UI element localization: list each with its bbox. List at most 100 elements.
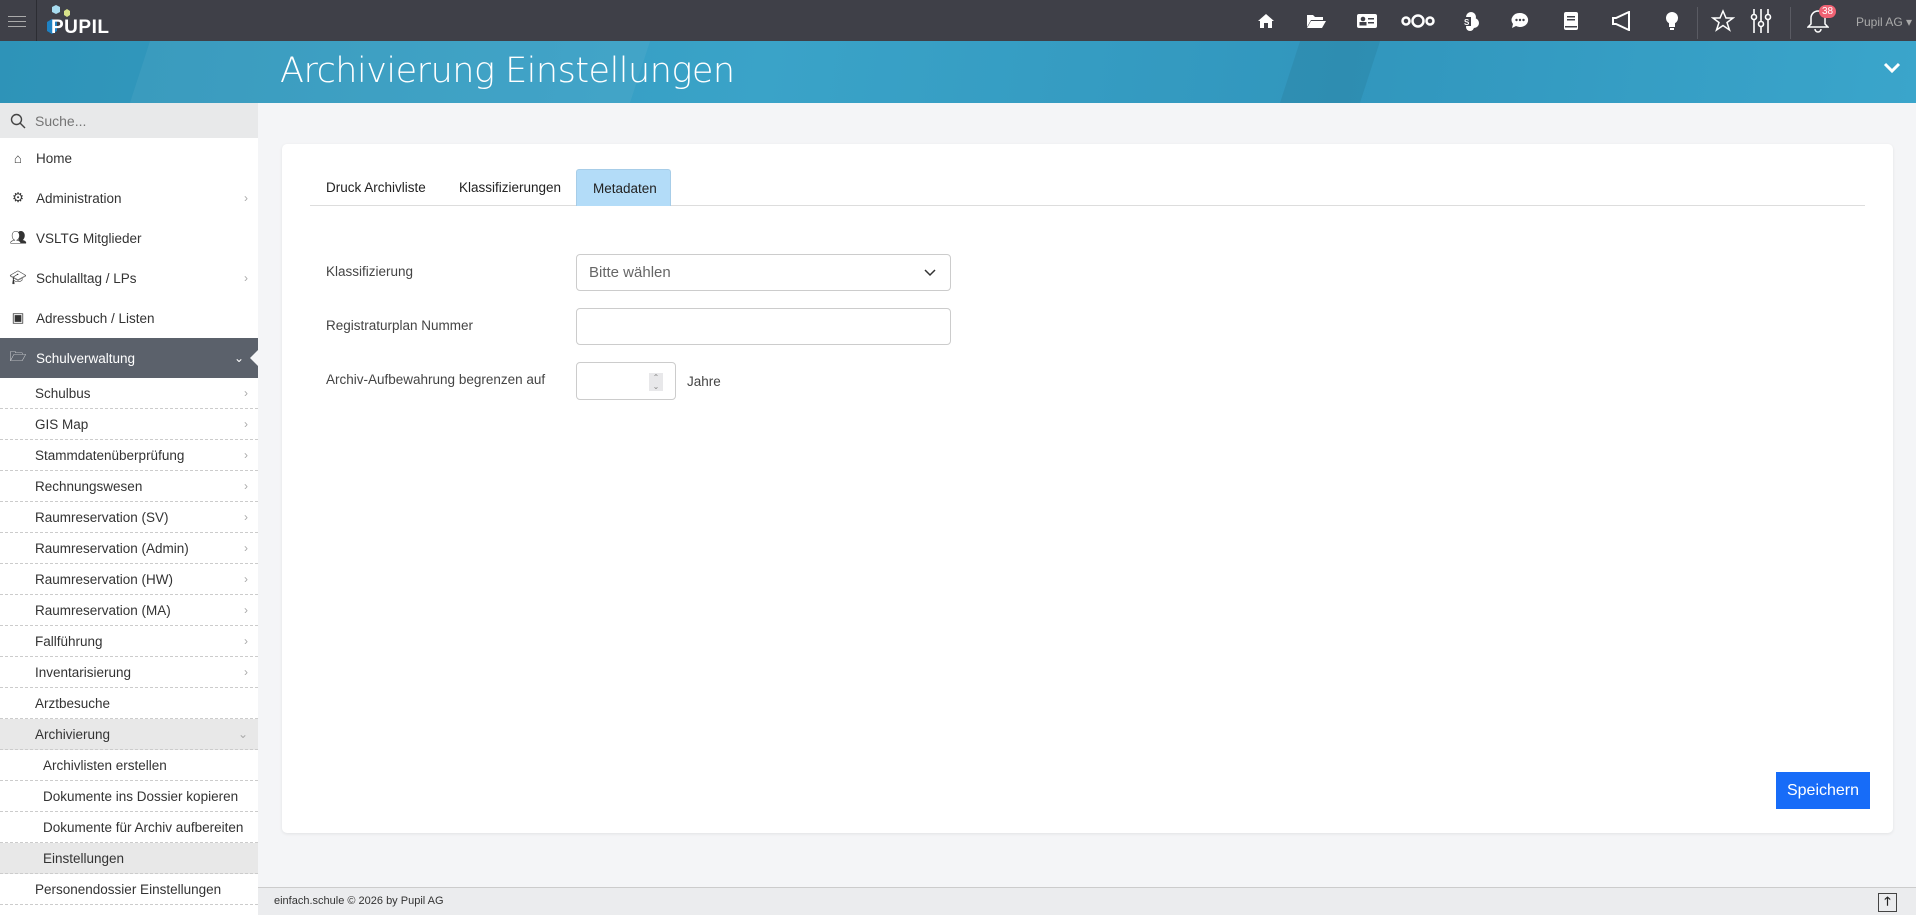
svg-text:S: S (1464, 18, 1470, 27)
label: Schulalltag / LPs (36, 270, 137, 286)
label: VSLTG Mitglieder (36, 230, 142, 246)
decor (1279, 41, 1381, 103)
sidebar-subitem[interactable]: Personendossier Einstellungen (0, 874, 258, 905)
home-icon[interactable] (1253, 8, 1279, 34)
chevron-right-icon: › (244, 448, 248, 462)
sidebar-subitem[interactable]: Raumreservation (SV) › (0, 502, 258, 533)
chevron-down-icon: ⌄ (233, 351, 244, 365)
label: Stammdatenüberprüfung (35, 447, 185, 463)
megaphone-icon[interactable] (1609, 8, 1635, 34)
chevron-right-icon: › (244, 572, 248, 586)
label: Raumreservation (HW) (35, 571, 174, 587)
label: GIS Map (35, 416, 89, 432)
search-icon (10, 113, 26, 128)
tab-metadaten[interactable]: Metadaten (576, 169, 671, 206)
label: Arztbesuche (35, 695, 111, 711)
jahre-label: Jahre (687, 374, 721, 389)
label: Dokumente ins Dossier kopieren (43, 788, 239, 804)
sidebar: ⌂ Home ⚙ Administration › 👥︎ VSLTG Mitgliede… (0, 103, 258, 915)
address-card-icon: ▣ (11, 310, 25, 325)
chevron-right-icon: › (244, 417, 248, 431)
sidebar-subitem[interactable]: Raumreservation (HW) › (0, 564, 258, 595)
label: Personendossier Einstellungen (35, 881, 222, 897)
home-icon: ⌂ (13, 150, 23, 166)
sidebar-item-vsltg[interactable]: 👥︎ VSLTG Mitglieder (0, 218, 258, 258)
chevron-right-icon: › (244, 665, 248, 679)
search-input[interactable] (35, 112, 235, 129)
chevron-right-icon: › (244, 510, 248, 524)
label: Raumreservation (SV) (35, 509, 169, 525)
user-name: Pupil AG (1856, 15, 1903, 29)
klassifizierung-select[interactable]: Bitte wählen (576, 254, 951, 291)
label: Administration (36, 190, 122, 206)
label: Archivierung (35, 726, 111, 742)
folder-icon[interactable] (1303, 8, 1329, 34)
chevron-down-icon (924, 269, 936, 277)
sidebar-item-home[interactable]: ⌂ Home (0, 138, 258, 178)
sidebar-subsubitem[interactable]: Dokumente ins Dossier kopieren (0, 781, 258, 812)
footer: einfach.schule © 2026 by Pupil AG (258, 887, 1916, 915)
page-title: Archivierung Einstellungen (280, 51, 735, 91)
chevron-right-icon: › (244, 191, 248, 205)
label: Schulbus (35, 385, 91, 401)
chevron-right-icon: › (244, 541, 248, 555)
label: Raumreservation (MA) (35, 602, 171, 618)
bell-icon[interactable]: 38 (1805, 5, 1837, 34)
sidebar-subitem[interactable]: Raumreservation (Admin) › (0, 533, 258, 564)
chevron-down-icon[interactable] (1882, 61, 1902, 78)
number-spinner[interactable]: ⌃ ⌄ (649, 373, 663, 391)
sidebar-subitem[interactable]: Inventarisierung › (0, 657, 258, 688)
sidebar-subitem[interactable]: GIS Map › (0, 409, 258, 440)
tab-druck-archivliste[interactable]: Druck Archivliste (310, 169, 442, 206)
sidebar-item-administration[interactable]: ⚙ Administration › (0, 178, 258, 218)
address-card-icon[interactable] (1354, 8, 1380, 34)
gears-icon: ⚙ (11, 190, 25, 205)
aufbewahrung-label: Archiv-Aufbewahrung begrenzen auf (326, 372, 546, 387)
sidebar-subitem[interactable]: Arztbesuche (0, 688, 258, 719)
sidebar-subitem[interactable]: Raumreservation (MA) › (0, 595, 258, 626)
sidebar-item-adressbuch[interactable]: ▣ Adressbuch / Listen (0, 298, 258, 338)
sidebar-subitem-archivierung[interactable]: Archivierung ⌄ (0, 719, 258, 750)
scroll-to-top-button[interactable]: 🡑 (1878, 893, 1897, 912)
sharepoint-icon[interactable]: S (1457, 8, 1483, 34)
chevron-right-icon: › (244, 479, 248, 493)
label: Schulverwaltung (36, 350, 136, 366)
label: Home (36, 150, 73, 166)
sidebar-subsubitem-einstellungen[interactable]: Einstellungen (0, 843, 258, 874)
tab-klassifizierungen[interactable]: Klassifizierungen (443, 169, 577, 206)
registraturplan-label: Registraturplan Nummer (326, 318, 474, 333)
sidebar-subitem[interactable]: Schulbus › (0, 378, 258, 409)
sidebar-item-schulverwaltung[interactable]: 🗁︎ Schulverwaltung ⌄ (0, 338, 258, 378)
klassifizierung-label: Klassifizierung (326, 264, 414, 279)
nextcloud-icon[interactable] (1400, 8, 1436, 34)
label: Fallführung (35, 633, 103, 649)
chat-icon[interactable] (1507, 8, 1533, 34)
sliders-icon[interactable] (1748, 8, 1774, 34)
lightbulb-icon[interactable] (1659, 8, 1685, 34)
sidebar-subitem[interactable]: Fallführung › (0, 626, 258, 657)
registraturplan-input[interactable] (576, 308, 951, 345)
sidebar-subsubitem[interactable]: Archivlisten erstellen (0, 750, 258, 781)
selected-value: Bitte wählen (589, 264, 671, 281)
top-navbar: PUPIL S 38 Pupil AG ▾ (0, 0, 1916, 41)
sidebar-subsubitem[interactable]: Dokumente für Archiv aufbereiten (0, 812, 258, 843)
logo[interactable]: PUPIL (36, 3, 136, 38)
label: Einstellungen (43, 850, 125, 866)
arrow-up-icon: 🡑 (1884, 894, 1891, 908)
user-menu[interactable]: Pupil AG ▾ (1856, 15, 1912, 29)
sidebar-item-schulalltag[interactable]: 🎓︎ Schulalltag / LPs › (0, 258, 258, 298)
menu-toggle-icon[interactable] (8, 12, 26, 28)
book-icon[interactable] (1558, 8, 1584, 34)
label: Rechnungswesen (35, 478, 143, 494)
star-icon[interactable] (1710, 8, 1736, 34)
save-button[interactable]: Speichern (1776, 772, 1870, 809)
label: Raumreservation (Admin) (35, 540, 189, 556)
sidebar-subitem[interactable]: Stammdatenüberprüfung › (0, 440, 258, 471)
sidebar-subitem[interactable]: Rechnungswesen › (0, 471, 258, 502)
folder-open-icon: 🗁︎ (9, 348, 27, 364)
sidebar-search[interactable] (0, 103, 258, 138)
footer-text: einfach.schule © 2026 by Pupil AG (274, 895, 444, 907)
aufbewahrung-number-input[interactable]: ⌃ ⌄ (576, 362, 676, 400)
label: Dokumente für Archiv aufbereiten (43, 819, 244, 835)
chevron-right-icon: › (244, 603, 248, 617)
